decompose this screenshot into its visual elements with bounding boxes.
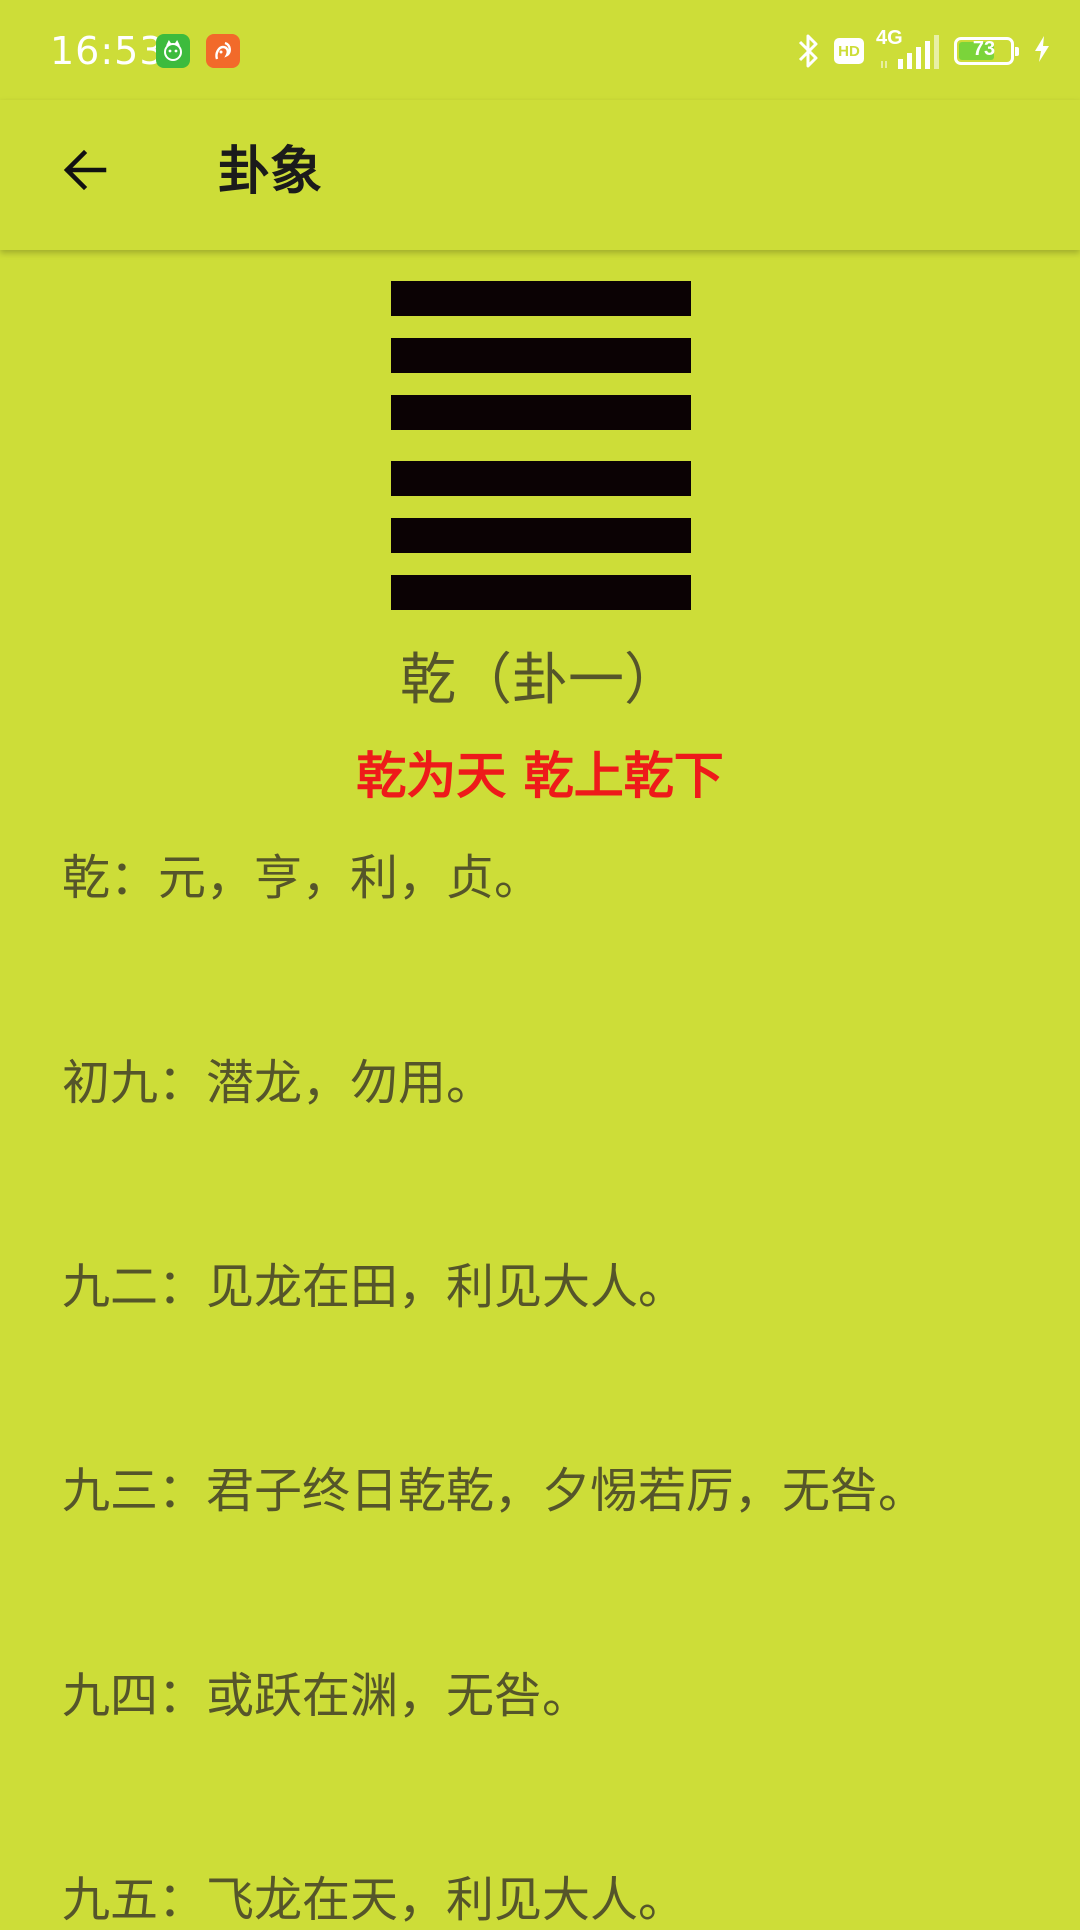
hexagram-line <box>391 395 691 430</box>
line-text-3: 九三：君子终日乾乾，夕惕若厉，无咎。 <box>62 1463 927 1519</box>
line-text-2: 九二：见龙在田，利见大人。 <box>62 1259 687 1315</box>
back-arrow-icon <box>63 149 107 191</box>
hexagram-line <box>391 461 691 496</box>
hexagram-subtitle: 乾为天 乾上乾下 <box>356 747 724 805</box>
cat-app-icon <box>156 34 190 68</box>
hexagram-name: 乾（卦一） <box>400 648 680 713</box>
line-text-5: 九五：飞龙在天，利见大人。 <box>62 1872 687 1928</box>
hexagram-line <box>391 281 691 316</box>
signal-icon: 4G <box>876 27 942 71</box>
hexagram-line <box>391 338 691 373</box>
bluetooth-icon <box>796 32 822 70</box>
back-button[interactable] <box>50 135 120 205</box>
app-bar: 卦象 <box>0 100 1080 250</box>
line-text-1: 初九：潜龙，勿用。 <box>62 1055 495 1111</box>
judgment-text: 乾：元，亨，利，贞。 <box>62 850 543 906</box>
hexagram-line <box>391 575 691 610</box>
line-text-4: 九四：或跃在渊，无咎。 <box>62 1668 591 1724</box>
hd-icon: HD <box>834 38 864 64</box>
charging-icon <box>1032 34 1052 68</box>
battery-icon: 73 <box>954 37 1019 65</box>
status-icons: HD 4G 73 <box>796 27 1052 72</box>
battery-level: 73 <box>972 38 996 60</box>
status-bar: 16:53 HD 4G 73 <box>0 0 1080 100</box>
status-time: 16:53 <box>50 29 165 73</box>
squirrel-app-icon <box>206 34 240 68</box>
hexagram-line <box>391 518 691 553</box>
page-title: 卦象 <box>218 142 323 202</box>
